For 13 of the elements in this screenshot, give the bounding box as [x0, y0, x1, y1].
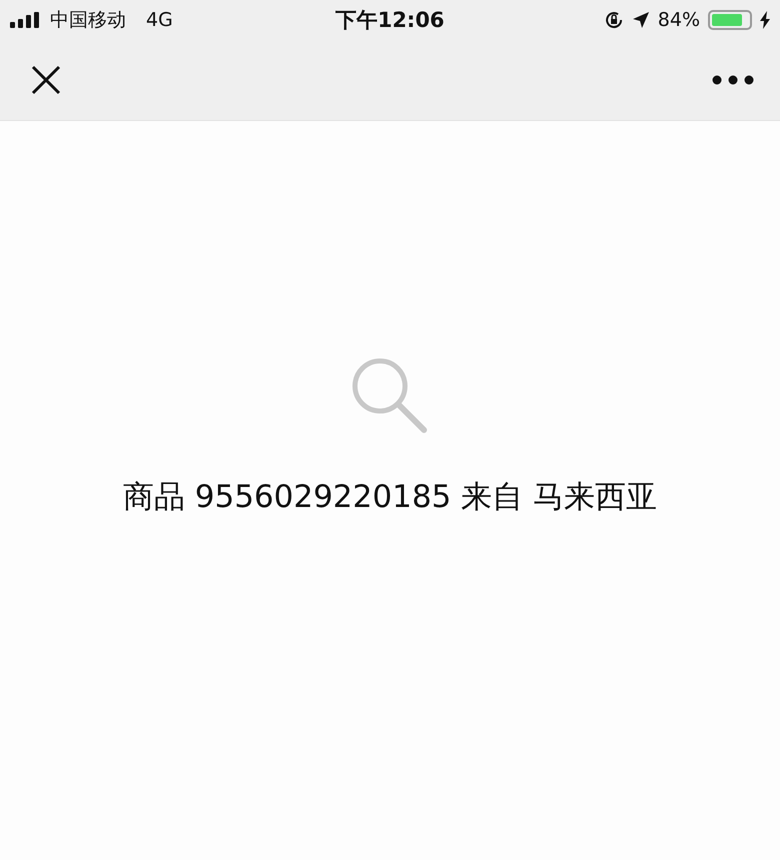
charging-bolt-icon: [760, 11, 770, 29]
battery-icon: [708, 10, 752, 30]
battery-percent: 84%: [658, 9, 700, 31]
search-icon: [350, 356, 430, 436]
more-button[interactable]: [712, 75, 754, 85]
network-type: 4G: [146, 9, 173, 31]
carrier-name: 中国移动: [50, 8, 126, 33]
result-message: 商品 9556029220185 来自 马来西亚: [123, 478, 657, 517]
close-button[interactable]: [30, 64, 62, 96]
location-arrow-icon: [632, 11, 650, 29]
signal-icon: [10, 12, 42, 28]
clock-time: 下午12:06: [336, 7, 444, 34]
rotation-lock-icon: [604, 10, 624, 30]
